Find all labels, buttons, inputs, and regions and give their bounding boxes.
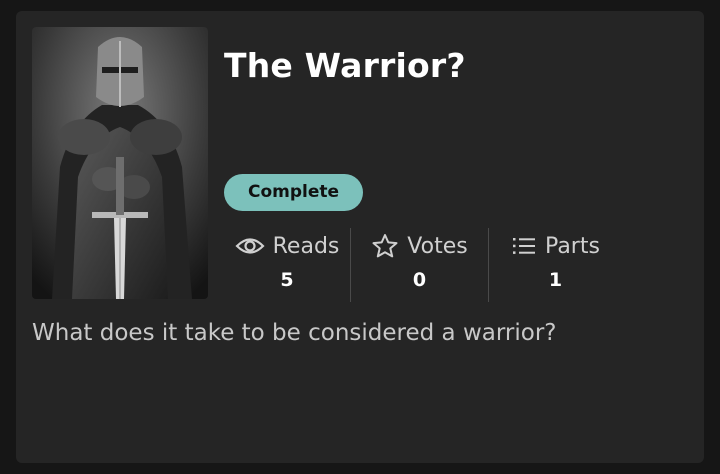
stat-reads-value: 5 — [280, 269, 294, 291]
story-cover-image[interactable] — [32, 27, 208, 299]
list-icon — [513, 238, 536, 254]
eye-icon — [235, 238, 265, 254]
stat-reads-header: Reads — [235, 228, 340, 264]
stat-parts-value: 1 — [548, 269, 563, 291]
knight-cover-art — [32, 27, 208, 299]
story-description: What does it take to be considered a war… — [32, 320, 557, 346]
stat-reads: Reads 5 — [224, 228, 350, 302]
stat-votes: Votes 0 — [350, 228, 488, 302]
stat-reads-label: Reads — [272, 233, 340, 259]
stat-votes-label: Votes — [407, 233, 468, 259]
story-title[interactable]: The Warrior? — [224, 49, 466, 82]
star-icon — [372, 234, 398, 258]
stat-votes-header: Votes — [371, 228, 468, 264]
stat-parts-label: Parts — [545, 233, 600, 259]
stat-parts-header: Parts — [511, 228, 600, 264]
story-stats: Reads 5 Votes 0 Parts 1 — [224, 228, 622, 302]
stat-votes-value: 0 — [412, 269, 427, 291]
stat-parts: Parts 1 — [488, 228, 622, 302]
story-card[interactable]: The Warrior? Complete Reads 5 Votes 0 Pa… — [16, 11, 704, 463]
status-badge: Complete — [224, 174, 364, 211]
